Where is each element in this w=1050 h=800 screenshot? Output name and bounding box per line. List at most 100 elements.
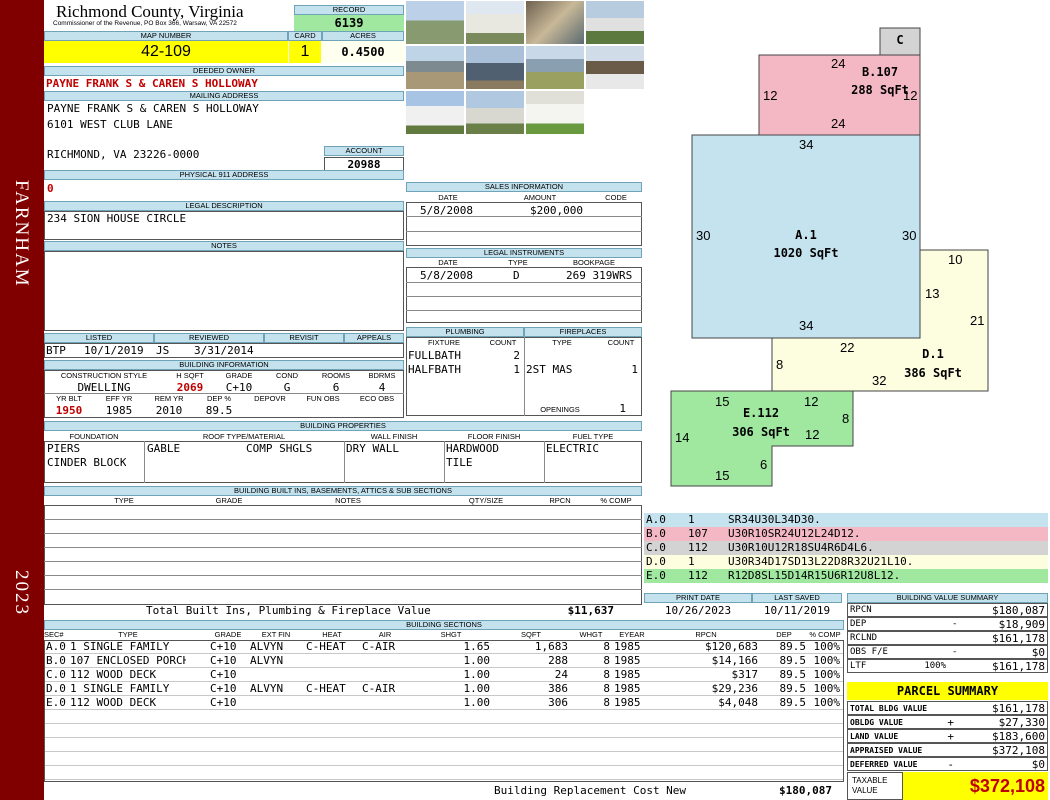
notes-label: NOTES (44, 241, 404, 251)
dim-label: 14 (675, 430, 690, 445)
sketch-code-row[interactable]: C.0 112 U30R10U12R18SU4R6D4L6. (644, 541, 1048, 555)
sales-label: SALES INFORMATION (406, 182, 642, 192)
bi-qty-header: QTY/SIZE (468, 496, 504, 505)
deeded-owner: PAYNE FRANK S & CAREN S HOLLOWAY (46, 77, 258, 90)
dim-label: 32 (872, 373, 887, 388)
properties-box (44, 441, 642, 483)
sketch-label-d: D.1 (922, 347, 944, 361)
bi-notes-header: NOTES (335, 496, 361, 505)
record-label: RECORD (294, 5, 404, 15)
dim-label: 8 (842, 411, 850, 426)
dim-label: 30 (696, 228, 711, 243)
legal-instruments-label: LEGAL INSTRUMENTS (406, 248, 642, 258)
section-seg: 1 (688, 555, 695, 568)
vs-sign: - (952, 647, 958, 657)
deeded-owner-label: DEEDED OWNER (44, 66, 404, 76)
divider (344, 441, 345, 483)
property-photo[interactable] (465, 45, 525, 90)
property-photo[interactable] (585, 45, 645, 90)
property-photo[interactable] (405, 45, 465, 90)
li-date-header: DATE (438, 258, 458, 267)
building-sections-label: BUILDING SECTIONS (44, 620, 844, 630)
dim-label: 12 (804, 394, 819, 409)
taxable-label: TAXABLE VALUE (847, 772, 903, 800)
section-column-header: WHGT (579, 630, 603, 639)
dim-label: 34 (799, 318, 814, 333)
section-column-header: SHGT (440, 630, 462, 639)
divider (44, 519, 642, 520)
dim-label: 10 (948, 252, 963, 267)
building-info-box (44, 370, 404, 418)
property-photo[interactable] (525, 45, 585, 90)
section-seg: 1 (688, 513, 695, 526)
sections-box (44, 640, 844, 782)
divider (44, 561, 642, 562)
section-column-header: DEP (776, 630, 792, 639)
property-photo[interactable] (525, 90, 585, 135)
ps-value: $161,178 (992, 702, 1045, 715)
dim-label: 24 (831, 56, 846, 71)
sales-box (406, 202, 642, 246)
building-properties-label: BUILDING PROPERTIES (44, 421, 642, 431)
mailing-line-1: PAYNE FRANK S & CAREN S HOLLOWAY (47, 102, 259, 115)
sales-date-header: DATE (438, 193, 458, 202)
property-photo[interactable] (405, 0, 465, 45)
divider (406, 216, 642, 217)
builtins-total-label: Total Built Ins, Plumbing & Fireplace Va… (146, 604, 431, 617)
sales-amount-header: AMOUNT (523, 193, 557, 202)
section-column-header: SQFT (521, 630, 541, 639)
revisit-label: REVISIT (264, 333, 344, 343)
divider (144, 441, 145, 483)
li-book-header: BOOKPAGE (573, 258, 615, 267)
bi-type-header: TYPE (114, 496, 134, 505)
listing-box (44, 343, 404, 358)
property-photo[interactable] (465, 0, 525, 45)
property-photo[interactable] (465, 90, 525, 135)
sketch-code-row[interactable]: E.0 112 R12D8SL15D14R15U6R12U8L12. (644, 569, 1048, 583)
vs-name: RPCN (850, 605, 872, 615)
replacement-label: Building Replacement Cost New (494, 784, 687, 797)
sketch-code-row[interactable]: B.0 107 U30R10SR24U12L24D12. (644, 527, 1048, 541)
appeals-label: APPEALS (344, 333, 404, 343)
sketch-label-b: B.107 (861, 65, 899, 79)
map-number-label: MAP NUMBER (44, 31, 288, 41)
property-photo[interactable] (525, 0, 585, 45)
sidebar (0, 0, 44, 800)
sections-header: SEC# TYPE GRADE EXT FIN HEAT AIR SHGT SQFT WHGT E… (44, 630, 844, 640)
sales-code-header: CODE (605, 193, 627, 202)
section-column-header: HEAT (322, 630, 342, 639)
property-photo[interactable] (405, 90, 465, 135)
bi-comp-header: % COMP (600, 496, 632, 505)
card-label: CARD (288, 31, 322, 41)
builtins-box (44, 505, 642, 605)
ps-name: LAND VALUE (850, 732, 899, 741)
sketch-code-row[interactable]: D.0 1 U30R34D17SD13L22D8R32U21L10. (644, 555, 1048, 569)
section-column-header: EXT FIN (261, 630, 291, 639)
floor-header: FLOOR FINISH (467, 432, 521, 441)
section-seg: 112 (688, 569, 708, 582)
divider (44, 589, 642, 590)
dim-label: 15 (715, 394, 730, 409)
ps-value: $0 (1031, 758, 1045, 771)
county-title: Richmond County, Virginia (56, 2, 244, 21)
dim-label: 12 (805, 427, 820, 442)
parcel-summary-title: PARCEL SUMMARY (847, 682, 1048, 700)
physical-address-label: PHYSICAL 911 ADDRESS (44, 170, 404, 180)
mailing-line-2: 6101 WEST CLUB LANE (47, 118, 173, 131)
bi-grade-header: GRADE (215, 496, 243, 505)
vs-name: LTF (850, 661, 867, 671)
divider (406, 282, 642, 283)
sketch-code-list: A.0 1 SR34U30L34D30. B.0 107 U30R10SR24U12L2… (644, 513, 1048, 583)
notes-box (44, 251, 404, 331)
property-photo[interactable] (585, 0, 645, 45)
section-column-header: TYPE (118, 630, 138, 639)
parcel-summary-row: APPRAISED VALUE $372,108 (847, 743, 1048, 757)
dim-label: 24 (831, 116, 846, 131)
section-path: U30R10SR24U12L24D12. (728, 527, 861, 540)
sketch-code-row[interactable]: A.0 1 SR34U30L34D30. (644, 513, 1048, 527)
builtins-label: BUILDING BUILT INS, BASEMENTS, ATTICS & … (44, 486, 642, 496)
legal-description-label: LEGAL DESCRIPTION (44, 201, 404, 211)
county-address: Commissioner of the Revenue, PO Box 366,… (53, 20, 237, 27)
ps-value: $27,330 (998, 716, 1045, 729)
ps-sign: + (947, 730, 954, 743)
